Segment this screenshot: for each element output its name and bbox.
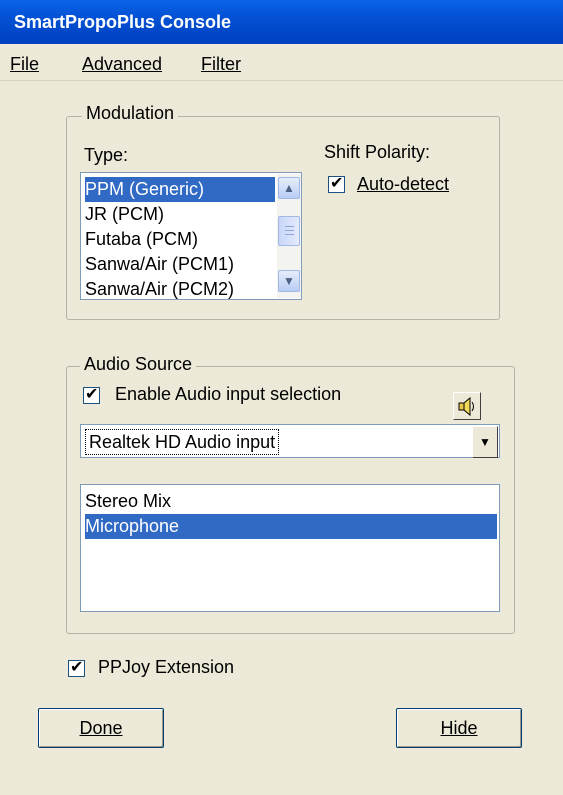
list-item-label: Futaba (PCM) [85, 229, 199, 249]
list-item-jr-pcm[interactable]: JR (PCM) [85, 202, 164, 227]
chevron-down-icon[interactable]: ▼ [472, 426, 498, 458]
checkmark-icon: ✔ [85, 386, 99, 403]
enable-audio-input-label: Enable Audio input selection [115, 384, 342, 404]
scroll-up-icon[interactable]: ▲ [278, 177, 300, 199]
done-button[interactable]: Done [38, 708, 164, 748]
list-item-microphone[interactable]: Microphone [85, 514, 497, 539]
menu-file-label: File [10, 54, 40, 74]
list-item-sanwa-pcm1[interactable]: Sanwa/Air (PCM1) [85, 252, 234, 277]
ppjoy-extension-checkbox[interactable]: ✔ [68, 659, 85, 677]
modulation-group-label: Modulation [82, 103, 179, 124]
menu-filter-label: Filter [201, 54, 241, 74]
ppjoy-extension-label: PPJoy Extension [98, 657, 235, 677]
list-item-label: JR (PCM) [85, 204, 164, 224]
menu-bar: File Advanced Filter [0, 50, 563, 81]
list-item-futaba-pcm[interactable]: Futaba (PCM) [85, 227, 198, 252]
list-item-label: Stereo Mix [85, 491, 172, 511]
hide-button[interactable]: Hide [396, 708, 522, 748]
audio-device-value: Realtek HD Audio input [85, 429, 280, 455]
list-item-label: Sanwa/Air (PCM1) [85, 254, 235, 274]
scrollbar-thumb[interactable] [278, 216, 300, 246]
checkmark-icon: ✔ [70, 659, 84, 676]
audio-device-dropdown[interactable]: Realtek HD Audio input ▼ [80, 424, 500, 458]
speaker-glyph [458, 396, 474, 417]
window-title: SmartPropoPlus Console [14, 12, 232, 32]
list-item-label: PPM (Generic) [85, 179, 205, 199]
list-item-stereo-mix[interactable]: Stereo Mix [85, 489, 171, 514]
auto-detect-label: Auto-detect [357, 174, 450, 194]
menu-filter[interactable]: Filter [201, 54, 241, 75]
list-item-label: Sanwa/Air (PCM2) [85, 279, 235, 299]
hide-button-label: Hide [440, 718, 478, 738]
list-item-sanwa-pcm2[interactable]: Sanwa/Air (PCM2) [85, 277, 235, 299]
speaker-icon[interactable] [453, 392, 481, 420]
list-item-label: Microphone [85, 516, 180, 536]
shift-polarity-label: Shift Polarity: [324, 142, 431, 162]
menu-advanced[interactable]: Advanced [82, 54, 162, 75]
scroll-down-icon[interactable]: ▼ [278, 270, 300, 292]
checkmark-icon: ✔ [330, 175, 344, 192]
audio-source-group-label: Audio Source [80, 354, 197, 375]
done-button-label: Done [79, 718, 123, 738]
menu-file[interactable]: File [10, 54, 39, 75]
list-item-ppm-generic[interactable]: PPM (Generic) [85, 177, 275, 202]
console-window: SmartPropoPlus Console File Advanced Fil… [0, 0, 563, 795]
type-label: Type: [84, 145, 129, 165]
enable-audio-input-checkbox[interactable]: ✔ [83, 386, 100, 404]
menu-advanced-label: Advanced [82, 54, 163, 74]
audio-input-list[interactable]: Stereo Mix Microphone [80, 484, 500, 612]
modulation-list-scrollbar[interactable]: ▲ ▼ [277, 174, 301, 298]
title-bar[interactable]: SmartPropoPlus Console [0, 0, 563, 44]
modulation-type-list[interactable]: PPM (Generic) JR (PCM) Futaba (PCM) Sanw… [80, 172, 302, 300]
auto-detect-checkbox[interactable]: ✔ [328, 175, 345, 193]
